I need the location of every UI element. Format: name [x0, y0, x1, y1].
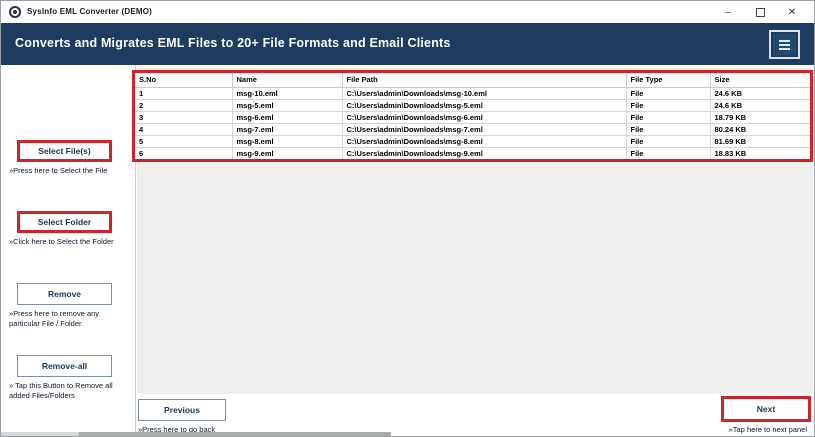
cell-path: C:\Users\admin\Downloads\msg-10.eml — [341, 86, 627, 100]
cell-size: 81.69 KB — [709, 134, 810, 148]
table-row[interactable]: 3 msg-6.eml C:\Users\admin\Downloads\msg… — [135, 110, 810, 124]
maximize-button[interactable] — [744, 1, 776, 23]
column-header-name[interactable]: Name — [231, 73, 343, 88]
cell-path: C:\Users\admin\Downloads\msg-7.eml — [341, 122, 627, 136]
app-icon — [9, 6, 21, 18]
cell-name: msg-7.eml — [231, 122, 343, 136]
cell-name: msg-5.eml — [231, 98, 343, 112]
table-row[interactable]: 5 msg-8.eml C:\Users\admin\Downloads\msg… — [135, 134, 810, 148]
table-row[interactable]: 1 msg-10.eml C:\Users\admin\Downloads\ms… — [135, 86, 810, 100]
bottom-edge-dark — [79, 432, 391, 436]
window-controls: – ✕ — [712, 1, 808, 23]
cell-type: File — [625, 146, 711, 159]
cell-size: 24.6 KB — [709, 98, 810, 112]
select-folder-button[interactable]: Select Folder — [17, 211, 112, 233]
cell-size: 18.79 KB — [709, 110, 810, 124]
cell-name: msg-10.eml — [231, 86, 343, 100]
select-files-button[interactable]: Select File(s) — [17, 140, 112, 162]
cell-sno: 1 — [135, 86, 233, 100]
minimize-icon: – — [725, 6, 731, 18]
cell-name: msg-8.eml — [231, 134, 343, 148]
table-row[interactable]: 2 msg-5.eml C:\Users\admin\Downloads\msg… — [135, 98, 810, 112]
close-button[interactable]: ✕ — [776, 1, 808, 23]
select-files-caption: »Press here to Select the File — [9, 166, 108, 175]
table-header-row: S.No Name File Path File Type Size — [135, 73, 810, 88]
header-banner: Converts and Migrates EML Files to 20+ F… — [1, 23, 814, 65]
remove-caption: »Press here to remove any particular Fil… — [9, 309, 100, 328]
remove-all-caption: » Tap this Button to Remove all added Fi… — [9, 381, 113, 400]
files-table-container: S.No Name File Path File Type Size 1 msg… — [132, 70, 813, 162]
cell-path: C:\Users\admin\Downloads\msg-8.eml — [341, 134, 627, 148]
column-header-path[interactable]: File Path — [341, 73, 627, 88]
cell-sno: 6 — [135, 146, 233, 159]
cell-path: C:\Users\admin\Downloads\msg-5.eml — [341, 98, 627, 112]
cell-type: File — [625, 98, 711, 112]
sidebar: Select File(s) »Press here to Select the… — [1, 65, 136, 436]
cell-sno: 4 — [135, 122, 233, 136]
cell-sno: 5 — [135, 134, 233, 148]
cell-size: 18.83 KB — [709, 146, 810, 159]
cell-type: File — [625, 122, 711, 136]
cell-type: File — [625, 134, 711, 148]
hamburger-icon — [779, 39, 790, 50]
close-icon: ✕ — [787, 6, 797, 18]
cell-sno: 3 — [135, 110, 233, 124]
bottom-edge-light — [1, 432, 79, 436]
next-caption: »Tap here to next panel — [728, 425, 807, 434]
cell-name: msg-9.eml — [231, 146, 343, 159]
cell-name: msg-6.eml — [231, 110, 343, 124]
remove-button[interactable]: Remove — [17, 283, 112, 305]
cell-path: C:\Users\admin\Downloads\msg-9.eml — [341, 146, 627, 159]
previous-button[interactable]: Previous — [138, 399, 226, 421]
table-row[interactable]: 4 msg-7.eml C:\Users\admin\Downloads\msg… — [135, 122, 810, 136]
column-header-sno[interactable]: S.No — [135, 73, 233, 88]
page-title: Converts and Migrates EML Files to 20+ F… — [15, 36, 451, 50]
select-folder-caption: »Click here to Select the Folder — [9, 237, 114, 246]
cell-sno: 2 — [135, 98, 233, 112]
column-header-size[interactable]: Size — [709, 73, 810, 88]
app-window: SysInfo EML Converter (DEMO) – ✕ Convert… — [0, 0, 815, 437]
window-title: SysInfo EML Converter (DEMO) — [27, 7, 153, 16]
table-row[interactable]: 6 msg-9.eml C:\Users\admin\Downloads\msg… — [135, 146, 810, 159]
cell-type: File — [625, 110, 711, 124]
titlebar: SysInfo EML Converter (DEMO) – ✕ — [1, 1, 814, 23]
column-header-type[interactable]: File Type — [625, 73, 711, 88]
maximize-icon — [755, 7, 765, 17]
menu-button[interactable] — [769, 30, 800, 59]
remove-all-button[interactable]: Remove-all — [17, 355, 112, 377]
next-button[interactable]: Next — [721, 396, 811, 422]
cell-type: File — [625, 86, 711, 100]
cell-size: 80.24 KB — [709, 122, 810, 136]
files-table: S.No Name File Path File Type Size 1 msg… — [135, 73, 810, 159]
cell-path: C:\Users\admin\Downloads\msg-6.eml — [341, 110, 627, 124]
cell-size: 24.6 KB — [709, 86, 810, 100]
minimize-button[interactable]: – — [712, 1, 744, 23]
